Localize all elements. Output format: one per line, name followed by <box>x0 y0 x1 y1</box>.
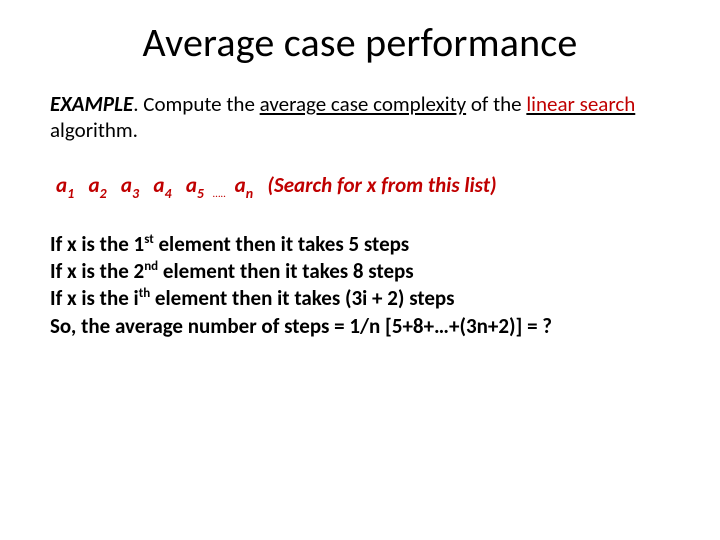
an: an <box>235 172 253 198</box>
step-line-4: So, the average number of steps = 1/n [5… <box>50 313 670 340</box>
intro-text-2: of the <box>466 91 526 117</box>
ellipsis: ….. <box>209 187 230 200</box>
slide-title: Average case performance <box>50 18 670 67</box>
example-intro: EXAMPLE. Compute the average case comple… <box>50 91 670 144</box>
step-line-1: If x is the 1st element then it takes 5 … <box>50 231 670 258</box>
search-instruction: (Search for x from this list) <box>267 172 496 198</box>
a2: a2 <box>88 172 106 198</box>
a1: a1 <box>56 172 74 198</box>
a3: a3 <box>121 172 139 198</box>
avg-complexity-phrase: average case complexity <box>260 91 466 117</box>
steps-block: If x is the 1st element then it takes 5 … <box>50 231 670 340</box>
array-notation-line: a1 a2 a3 a4 a5 ….. an (Search for x from… <box>56 172 670 201</box>
intro-text-1: . Compute the <box>133 91 259 117</box>
slide: Average case performance EXAMPLE. Comput… <box>0 0 720 540</box>
example-label: EXAMPLE <box>50 91 133 117</box>
intro-text-3: algorithm. <box>50 117 138 143</box>
a5: a5 <box>186 172 204 198</box>
linear-search-phrase: linear search <box>526 91 635 117</box>
step-line-2: If x is the 2nd element then it takes 8 … <box>50 258 670 285</box>
step-line-3: If x is the ith element then it takes (3… <box>50 285 670 312</box>
a4: a4 <box>153 172 171 198</box>
